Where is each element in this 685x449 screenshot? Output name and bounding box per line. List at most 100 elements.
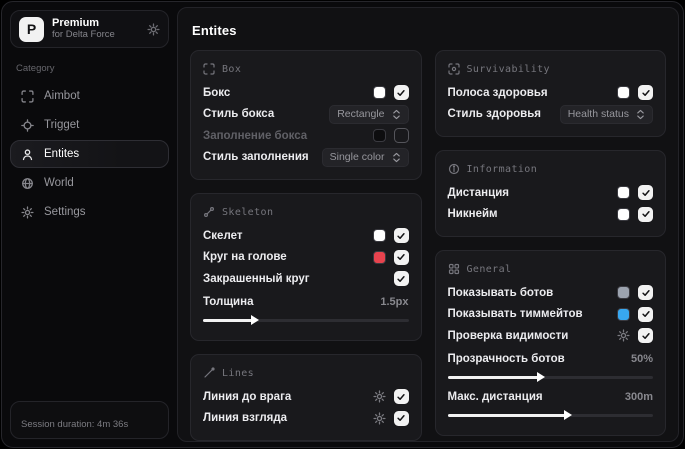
setting-row: Показывать ботов	[447, 282, 653, 304]
setting-row: Заполнение бокса	[203, 125, 409, 147]
color-swatch[interactable]	[372, 250, 386, 264]
bone-icon	[203, 206, 215, 218]
setting-row: Закрашенный круг	[203, 268, 409, 290]
setting-row: Дистанция	[447, 182, 653, 204]
line-icon	[203, 367, 215, 379]
color-swatch[interactable]	[617, 207, 630, 221]
checkbox[interactable]	[638, 306, 653, 322]
setting-row: Показывать тиммейтов	[447, 304, 653, 326]
setting-row: Бокс	[203, 82, 409, 104]
gear-icon[interactable]	[147, 22, 160, 36]
gear-icon	[21, 205, 34, 219]
slider-value: 1.5px	[380, 296, 409, 309]
setting-label: Дистанция	[447, 186, 509, 199]
setting-label: Толщина	[203, 296, 254, 309]
checkbox[interactable]	[638, 285, 653, 301]
color-swatch[interactable]	[372, 129, 386, 143]
main-panel: Entites Box Бокс Стиль бокса Rectangle З…	[177, 7, 679, 442]
slider-thumb[interactable]	[251, 315, 260, 325]
setting-row: Никнейм	[447, 204, 653, 226]
color-swatch[interactable]	[617, 307, 630, 321]
checkbox[interactable]	[393, 389, 409, 405]
session-duration: Session duration: 4m 36s	[21, 419, 129, 430]
app-window: P Premium for Delta Force Category Aimbo…	[1, 1, 684, 448]
setting-label: Показывать ботов	[447, 286, 554, 299]
setting-label: Круг на голове	[203, 251, 287, 264]
setting-label: Закрашенный круг	[203, 272, 310, 285]
box-style-dropdown[interactable]: Rectangle	[329, 104, 409, 124]
color-swatch[interactable]	[617, 286, 630, 300]
gear-icon[interactable]	[372, 412, 386, 425]
thickness-slider[interactable]	[203, 315, 409, 325]
bots-opacity-slider[interactable]	[447, 372, 653, 382]
box-icon	[203, 63, 215, 75]
setting-label: Бокс	[203, 86, 231, 99]
checkbox[interactable]	[393, 249, 409, 265]
setting-row: Круг на голове	[203, 247, 409, 269]
setting-row: Проверка видимости	[447, 325, 653, 347]
card-information: Information Дистанция Никнейм	[434, 150, 666, 237]
checkbox[interactable]	[638, 185, 653, 201]
setting-row: Скелет	[203, 225, 409, 247]
checkbox[interactable]	[638, 85, 653, 101]
sidebar-item-trigget[interactable]: Trigget	[10, 111, 169, 139]
setting-row: Стиль заполнения Single color	[203, 147, 409, 169]
setting-label: Скелет	[203, 229, 243, 242]
setting-label: Макс. дистанция	[447, 390, 543, 403]
sidebar-nav: Aimbot Trigget Entites World Settings	[10, 82, 169, 226]
dropdown-value: Rectangle	[337, 108, 385, 121]
gear-icon[interactable]	[617, 329, 630, 342]
fill-style-dropdown[interactable]: Single color	[321, 147, 409, 167]
chevrons-up-down-icon	[392, 152, 400, 162]
max-distance-slider[interactable]	[447, 409, 653, 420]
checkbox[interactable]	[393, 410, 409, 426]
session-card: Session duration: 4m 36s	[10, 401, 169, 439]
setting-row: Полоса здоровья	[447, 82, 653, 104]
gear-icon[interactable]	[372, 390, 386, 403]
card-lines: Lines Линия до врага Линия взгляда	[190, 354, 422, 441]
dropdown-value: Single color	[329, 151, 385, 164]
card-header-label: Skeleton	[222, 206, 274, 218]
slider-thumb[interactable]	[536, 372, 545, 382]
brand-subtitle: for Delta Force	[52, 28, 115, 40]
setting-label: Никнейм	[447, 208, 498, 221]
color-swatch[interactable]	[617, 86, 630, 100]
card-general: General Показывать ботов Показывать тимм…	[434, 250, 666, 436]
sidebar-item-aimbot[interactable]: Aimbot	[10, 82, 169, 110]
slider-thumb[interactable]	[563, 409, 572, 420]
grid-icon	[448, 263, 460, 275]
scan-icon	[21, 89, 34, 103]
slider-value: 300m	[624, 390, 653, 403]
setting-row: Линия взгляда	[203, 408, 409, 430]
scan-dot-icon	[447, 63, 460, 75]
card-header-label: Box	[222, 63, 242, 75]
page-title: Entites	[192, 23, 237, 38]
setting-label: Полоса здоровья	[447, 86, 548, 99]
checkbox[interactable]	[393, 128, 409, 144]
checkbox[interactable]	[393, 85, 409, 101]
health-style-dropdown[interactable]: Health status	[559, 104, 653, 124]
dropdown-value: Health status	[567, 108, 629, 121]
sidebar-item-settings[interactable]: Settings	[10, 198, 169, 226]
color-swatch[interactable]	[617, 186, 630, 200]
card-header-label: General	[466, 263, 512, 275]
slider-group: Макс. дистанция 300m	[447, 386, 653, 420]
chevrons-up-down-icon	[637, 109, 644, 119]
setting-label: Проверка видимости	[447, 329, 569, 342]
setting-label: Линия взгляда	[203, 412, 288, 425]
setting-label: Показывать тиммейтов	[447, 308, 583, 321]
sidebar-item-world[interactable]: World	[10, 169, 169, 197]
setting-label: Стиль заполнения	[203, 151, 309, 164]
brand-logo: P	[19, 16, 44, 42]
color-swatch[interactable]	[372, 86, 386, 100]
checkbox[interactable]	[393, 228, 409, 244]
sidebar-item-entites[interactable]: Entites	[10, 140, 169, 168]
checkbox[interactable]	[638, 206, 653, 222]
checkbox[interactable]	[638, 328, 653, 344]
color-swatch[interactable]	[372, 229, 386, 243]
checkbox[interactable]	[393, 271, 409, 287]
globe-icon	[21, 177, 34, 190]
card-survivability: Survivability Полоса здоровья Стиль здор…	[434, 50, 666, 137]
setting-row: Стиль здоровья Health status	[448, 104, 653, 126]
brand-title: Premium	[52, 17, 100, 30]
